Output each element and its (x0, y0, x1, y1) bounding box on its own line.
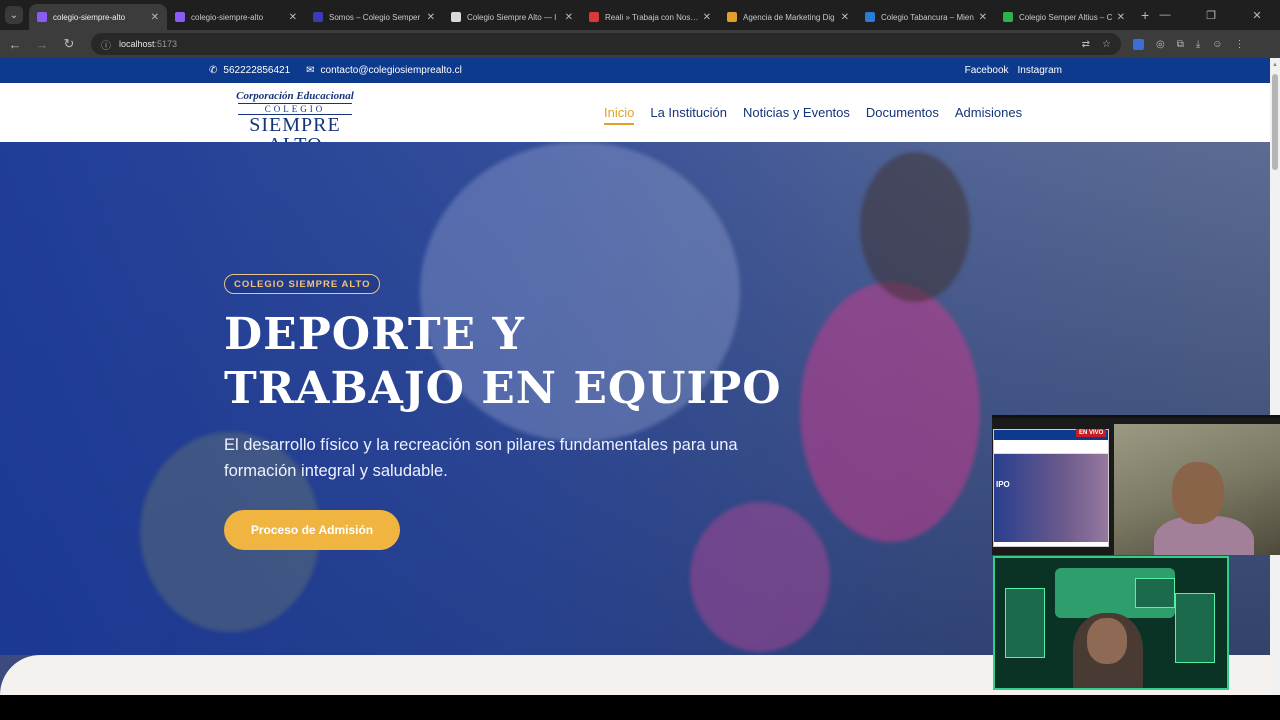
tab-favicon-icon (37, 12, 47, 22)
tab-favicon-icon (175, 12, 185, 22)
url-port: :5173 (154, 39, 178, 49)
tab-title: Reali » Trabaja con Nosotr (605, 12, 699, 22)
browser-tab[interactable]: Somos – Colegio Semper ✕ (305, 4, 443, 30)
browser-tab[interactable]: colegio-siempre-alto ✕ (167, 4, 305, 30)
browser-tab[interactable]: Reali » Trabaja con Nosotr ✕ (581, 4, 719, 30)
tab-close-icon[interactable]: ✕ (289, 12, 297, 23)
site-info-icon[interactable]: ⓘ (101, 37, 111, 52)
back-icon[interactable]: ← (3, 37, 27, 52)
nav-item-documentos[interactable]: Documentos (866, 105, 939, 125)
scroll-up-icon[interactable]: ▲ (1272, 62, 1278, 68)
tab-close-icon[interactable]: ✕ (703, 12, 711, 23)
tab-close-icon[interactable]: ✕ (151, 12, 159, 23)
browser-tab-bar: ⌄ colegio-siempre-alto ✕ colegio-siempre-a… (0, 0, 1280, 30)
email-contact[interactable]: ✉ contacto@colegiosiemprealto.cl (306, 65, 462, 76)
hero-photo-shape (860, 152, 970, 302)
nav-item-noticias[interactable]: Noticias y Eventos (743, 105, 850, 125)
scrollbar-thumb[interactable] (1272, 74, 1278, 170)
translate-icon[interactable]: ⇄ (1082, 39, 1090, 50)
mail-icon: ✉ (306, 65, 315, 76)
hero-photo-shape (690, 502, 830, 652)
reload-icon[interactable]: ↻ (57, 36, 81, 52)
url-host: localhost (119, 39, 155, 49)
tab-close-icon[interactable]: ✕ (427, 12, 435, 23)
browser-toolbar: ← → ↻ ⓘ localhost:5173 ⇄ ☆ ◎ ⧉ ⤓ ☺ ⋮ (0, 30, 1280, 58)
admission-process-button[interactable]: Proceso de Admisión (224, 510, 400, 550)
tab-title: Colegio Semper Altius – C (1019, 12, 1113, 22)
stream-overlay-top: IPO EN VIVO (992, 415, 1280, 555)
school-logo[interactable]: Corporación Educacional COLEGIO SIEMPRE … (220, 88, 370, 155)
browser-tab[interactable]: colegio-siempre-alto ✕ (29, 4, 167, 30)
hero-subtitle: El desarrollo físico y la recreación son… (224, 436, 738, 480)
address-bar[interactable]: ⓘ localhost:5173 ⇄ ☆ (91, 33, 1121, 55)
browser-tab[interactable]: Colegio Siempre Alto — I ✕ (443, 4, 581, 30)
hero-photo-shape (800, 282, 980, 542)
forward-icon[interactable]: → (30, 37, 54, 52)
tab-title: colegio-siempre-alto (191, 12, 264, 22)
nav-item-institucion[interactable]: La Institución (650, 105, 727, 125)
tab-search-button[interactable]: ⌄ (5, 6, 23, 24)
extension-icon[interactable] (1133, 38, 1144, 50)
nav-item-admisiones[interactable]: Admisiones (955, 105, 1022, 125)
contact-top-bar: ✆ 562222856421 ✉ contacto@colegiosiempre… (0, 58, 1270, 83)
download-icon[interactable]: ⤓ (1196, 39, 1200, 50)
tab-favicon-icon (451, 12, 461, 22)
hero-title: DEPORTE Y TRABAJO EN EQUIPO (224, 308, 782, 416)
phone-number: 562222856421 (223, 65, 291, 76)
hero-badge: COLEGIO SIEMPRE ALTO (224, 274, 381, 294)
browser-tab[interactable]: Colegio Semper Altius – C ✕ (995, 4, 1133, 30)
tab-favicon-icon (865, 12, 875, 22)
tab-title: Somos – Colegio Semper (329, 12, 421, 22)
webcam-feed-1 (1114, 424, 1280, 555)
main-navigation: Inicio La Institución Noticias y Eventos… (604, 105, 1022, 125)
browser-tab[interactable]: Agencia de Marketing Dig ✕ (719, 4, 857, 30)
tab-close-icon[interactable]: ✕ (565, 12, 573, 23)
live-badge: EN VIVO (1076, 429, 1107, 437)
facebook-link[interactable]: Facebook (965, 65, 1009, 76)
tab-favicon-icon (589, 12, 599, 22)
tab-favicon-icon (727, 12, 737, 22)
tab-title: Colegio Siempre Alto — I (467, 12, 557, 22)
tab-title: Agencia de Marketing Dig (743, 12, 835, 22)
email-address: contacto@colegiosiemprealto.cl (320, 65, 462, 76)
tab-close-icon[interactable]: ✕ (979, 12, 987, 23)
mini-screen-capture: IPO (993, 429, 1109, 547)
extension-2-icon[interactable]: ◎ (1156, 39, 1165, 50)
hero-title-line-1: DEPORTE Y (224, 309, 525, 360)
tab-title: colegio-siempre-alto (53, 12, 126, 22)
minimize-button[interactable]: — (1142, 0, 1188, 30)
close-window-button[interactable]: ✕ (1234, 0, 1280, 30)
browser-tab[interactable]: Colegio Tabancura – Mien ✕ (857, 4, 995, 30)
logo-line-1: Corporación Educacional (236, 90, 354, 102)
profile-icon[interactable]: ☺ (1212, 39, 1222, 50)
window-controls: — ❐ ✕ (1142, 0, 1280, 30)
site-header: Corporación Educacional COLEGIO SIEMPRE … (0, 83, 1270, 155)
bookmark-star-icon[interactable]: ☆ (1102, 39, 1111, 50)
webcam-feed-2 (993, 556, 1229, 690)
nav-item-inicio[interactable]: Inicio (604, 105, 635, 125)
instagram-link[interactable]: Instagram (1018, 65, 1062, 76)
tab-favicon-icon (313, 12, 323, 22)
hero-title-line-2: TRABAJO EN EQUIPO (224, 363, 782, 414)
tab-favicon-icon (1003, 12, 1013, 22)
phone-icon: ✆ (209, 65, 218, 76)
tab-close-icon[interactable]: ✕ (1117, 12, 1125, 23)
browser-menu-icon[interactable]: ⋮ (1235, 39, 1245, 50)
phone-contact[interactable]: ✆ 562222856421 (209, 65, 290, 76)
page-scrollbar[interactable]: ▲ (1270, 58, 1280, 695)
extensions-area: ◎ ⧉ ⤓ ☺ ⋮ (1133, 38, 1245, 50)
tab-title: Colegio Tabancura – Mien (881, 12, 974, 22)
tab-close-icon[interactable]: ✕ (841, 12, 849, 23)
maximize-button[interactable]: ❐ (1188, 0, 1234, 30)
extensions-puzzle-icon[interactable]: ⧉ (1177, 39, 1184, 50)
mini-screen-text: IPO (996, 480, 1010, 489)
